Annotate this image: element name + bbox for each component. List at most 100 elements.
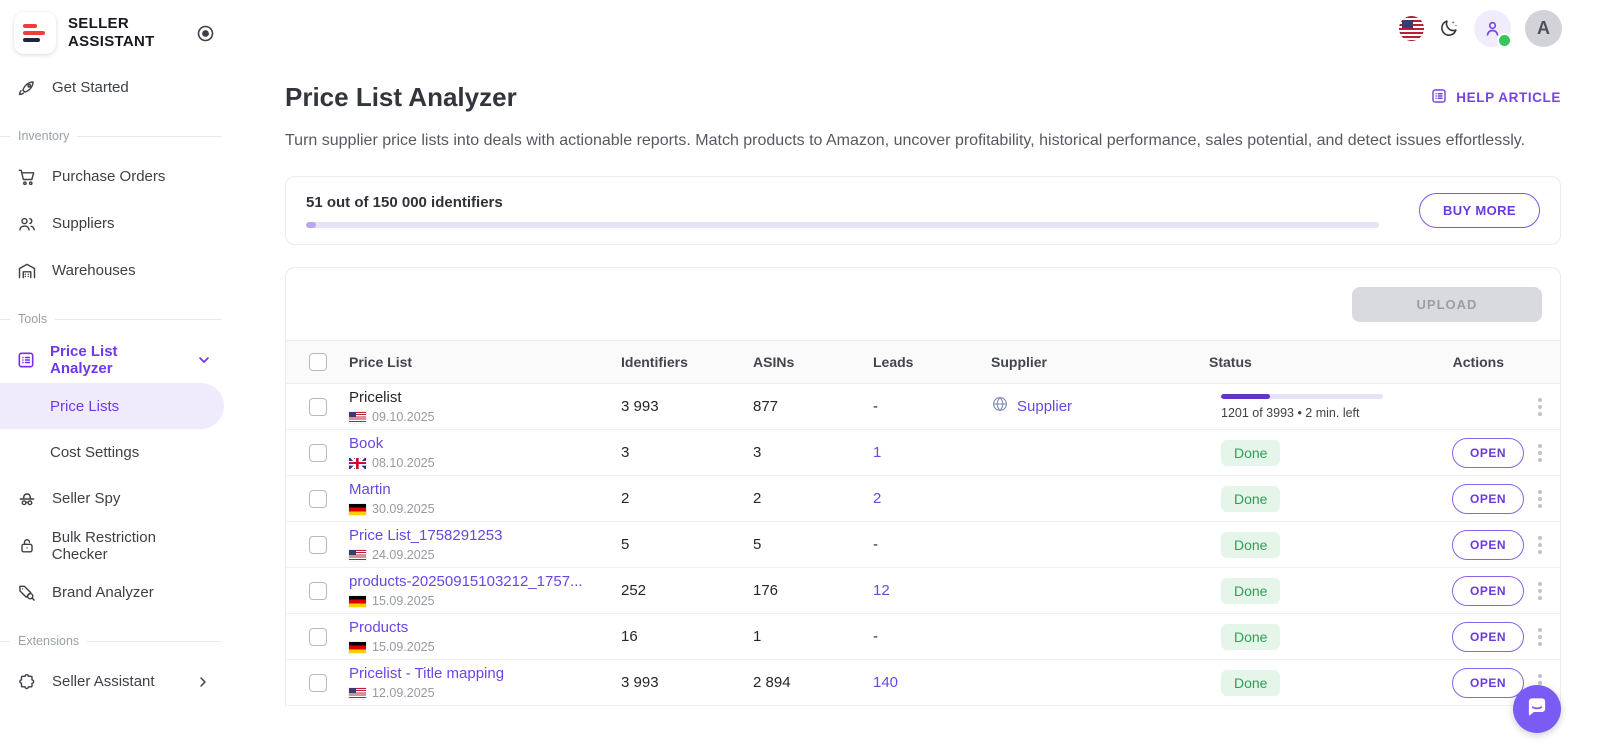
table-row: Pricelist - Title mapping 12.09.2025 3 9… xyxy=(286,660,1560,706)
price-list-date: 30.09.2025 xyxy=(372,502,435,516)
marketplace-flag-icon xyxy=(349,688,366,699)
sidebar-item-label: Price List Analyzer xyxy=(50,343,167,377)
identifiers-value: 3 xyxy=(621,444,753,461)
column-header-leads: Leads xyxy=(873,354,991,370)
marketplace-flag-icon xyxy=(349,596,366,607)
sidebar-item-brand-analyzer[interactable]: Brand Analyzer xyxy=(0,569,230,616)
list-icon xyxy=(16,350,36,370)
price-list-date: 12.09.2025 xyxy=(372,686,435,700)
chevron-down-icon xyxy=(195,352,214,368)
status-cell: Done xyxy=(1209,486,1432,512)
row-menu-icon[interactable] xyxy=(1534,486,1546,512)
identifiers-value: 2 xyxy=(621,490,753,507)
marketplace-flag-icon xyxy=(349,642,366,653)
open-button[interactable]: OPEN xyxy=(1452,576,1524,606)
tag-search-icon xyxy=(16,583,38,603)
chat-widget-button[interactable] xyxy=(1513,685,1561,733)
marketplace-flag-icon xyxy=(349,458,366,469)
supplier-cell: Supplier xyxy=(991,395,1209,418)
row-checkbox[interactable] xyxy=(309,674,327,692)
price-list-date: 08.10.2025 xyxy=(372,456,435,470)
buy-more-button[interactable]: BUY MORE xyxy=(1419,193,1540,228)
open-button[interactable]: OPEN xyxy=(1452,668,1524,698)
sidebar-item-price-list-analyzer[interactable]: Price List Analyzer xyxy=(0,336,230,383)
help-article-link[interactable]: HELP ARTICLE xyxy=(1430,87,1561,108)
status-badge: Done xyxy=(1221,486,1280,512)
article-icon xyxy=(1430,87,1448,108)
sidebar-item-warehouses[interactable]: Warehouses xyxy=(0,247,230,294)
spy-icon xyxy=(16,489,38,509)
leads-value[interactable]: 140 xyxy=(873,674,991,691)
sidebar-item-suppliers[interactable]: Suppliers xyxy=(0,200,230,247)
rocket-icon xyxy=(16,78,38,98)
leads-value[interactable]: 1 xyxy=(873,444,991,461)
price-list-name-link[interactable]: Pricelist - Title mapping xyxy=(349,665,621,682)
sidebar-item-price-lists[interactable]: Price Lists xyxy=(0,383,224,429)
supplier-link[interactable]: Supplier xyxy=(1017,398,1072,415)
sidebar-item-seller-spy[interactable]: Seller Spy xyxy=(0,475,230,522)
row-menu-icon[interactable] xyxy=(1534,532,1546,558)
sidebar-item-cost-settings[interactable]: Cost Settings xyxy=(0,429,230,475)
account-person-icon[interactable] xyxy=(1474,10,1511,47)
identifiers-value: 3 993 xyxy=(621,398,753,415)
sidebar-item-label: Get Started xyxy=(52,79,129,96)
select-all-checkbox[interactable] xyxy=(309,353,327,371)
brand-line1: SELLER xyxy=(68,15,183,33)
sidebar-item-bulk-restriction-checker[interactable]: Bulk Restriction Checker xyxy=(0,522,230,569)
table-row: Price List_1758291253 24.09.2025 5 5 - D… xyxy=(286,522,1560,568)
sidebar-item-get-started[interactable]: Get Started xyxy=(0,64,230,111)
open-button[interactable]: OPEN xyxy=(1452,484,1524,514)
dark-mode-icon[interactable] xyxy=(1438,17,1460,39)
leads-value: - xyxy=(873,536,991,553)
sidebar-item-seller-assistant-extension[interactable]: Seller Assistant xyxy=(0,658,230,705)
column-header-supplier: Supplier xyxy=(991,354,1209,370)
row-checkbox[interactable] xyxy=(309,398,327,416)
open-button[interactable]: OPEN xyxy=(1452,530,1524,560)
language-flag-icon[interactable] xyxy=(1399,16,1424,41)
sidebar-item-label: Warehouses xyxy=(52,262,136,279)
price-list-name-link[interactable]: Price List_1758291253 xyxy=(349,527,621,544)
leads-value[interactable]: 12 xyxy=(873,582,991,599)
row-checkbox[interactable] xyxy=(309,582,327,600)
lock-icon xyxy=(16,536,38,556)
marketplace-flag-icon xyxy=(349,412,366,423)
row-menu-icon[interactable] xyxy=(1534,440,1546,466)
column-header-actions: Actions xyxy=(1432,354,1560,370)
table-row: Book 08.10.2025 3 3 1 Done OPEN xyxy=(286,430,1560,476)
status-cell: Done xyxy=(1209,670,1432,696)
price-list-name-link[interactable]: Products xyxy=(349,619,621,636)
price-list-name-link[interactable]: Martin xyxy=(349,481,621,498)
page-description: Turn supplier price lists into deals wit… xyxy=(285,129,1561,152)
avatar[interactable]: A xyxy=(1525,10,1562,47)
row-checkbox[interactable] xyxy=(309,536,327,554)
row-checkbox[interactable] xyxy=(309,628,327,646)
leads-value[interactable]: 2 xyxy=(873,490,991,507)
asins-value: 2 894 xyxy=(753,674,873,691)
status-cell: Done xyxy=(1209,578,1432,604)
main-area: A Price List Analyzer HELP ARTICLE Turn … xyxy=(230,0,1600,755)
row-menu-icon[interactable] xyxy=(1534,624,1546,650)
price-list-name-link[interactable]: Book xyxy=(349,435,621,452)
chevron-right-icon xyxy=(192,674,214,690)
sidebar-item-purchase-orders[interactable]: Purchase Orders xyxy=(0,153,230,200)
price-list-name-link[interactable]: Pricelist xyxy=(349,389,621,406)
brand-row: SELLER ASSISTANT xyxy=(0,8,230,64)
price-list-name-link[interactable]: products-20250915103212_1757... xyxy=(349,573,621,590)
row-menu-icon[interactable] xyxy=(1534,578,1546,604)
status-cell: Done xyxy=(1209,532,1432,558)
column-header-asins: ASINs xyxy=(753,354,873,370)
page-content: Price List Analyzer HELP ARTICLE Turn su… xyxy=(230,56,1600,706)
sidebar-toggle-icon[interactable] xyxy=(195,23,216,44)
open-button[interactable]: OPEN xyxy=(1452,438,1524,468)
upload-button[interactable]: UPLOAD xyxy=(1352,287,1542,322)
asins-value: 3 xyxy=(753,444,873,461)
row-checkbox[interactable] xyxy=(309,490,327,508)
table-header-row: Price List Identifiers ASINs Leads Suppl… xyxy=(286,340,1560,384)
status-cell: Done xyxy=(1209,440,1432,466)
sidebar-item-label: Brand Analyzer xyxy=(52,584,154,601)
row-checkbox[interactable] xyxy=(309,444,327,462)
open-button[interactable]: OPEN xyxy=(1452,622,1524,652)
sidebar-section-extensions: Extensions xyxy=(0,634,230,648)
row-menu-icon[interactable] xyxy=(1534,394,1546,420)
asins-value: 877 xyxy=(753,398,873,415)
